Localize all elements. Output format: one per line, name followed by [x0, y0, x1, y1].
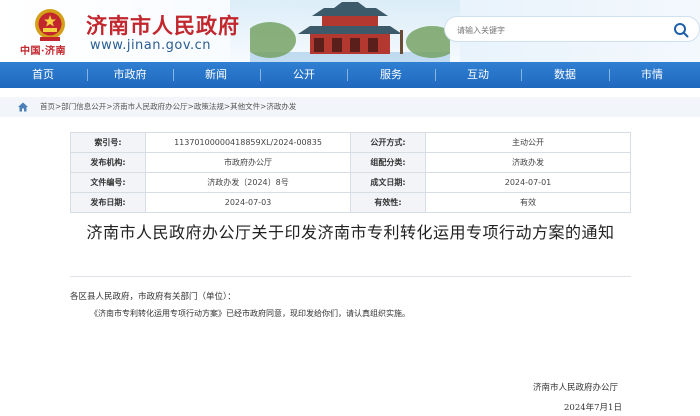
nav-item-interaction[interactable]: 互动 [467, 62, 489, 88]
city-logo-text: 中国·济南 [20, 46, 66, 57]
publisher-value: 市政府办公厅 [145, 152, 351, 173]
nav-divider [435, 69, 436, 81]
nav-divider [173, 69, 174, 81]
table-row: 发布日期: 2024-07-03 有效性: 有效 [70, 192, 631, 213]
nav-divider [609, 69, 610, 81]
table-row: 索引号: 11370100000418859XL/2024-00835 公开方式… [70, 132, 631, 153]
title-divider [70, 276, 631, 277]
disclosure-method-label: 公开方式: [350, 132, 426, 153]
nav-divider [87, 69, 88, 81]
nav-divider [347, 69, 348, 81]
validity-value: 有效 [425, 192, 631, 213]
document-greeting: 各区县人民政府，市政府有关部门（单位）： [70, 292, 236, 302]
search-input[interactable] [457, 21, 667, 39]
publish-date-label: 发布日期: [70, 192, 146, 213]
table-row: 文件编号: 济政办发〔2024〕8号 成文日期: 2024-07-01 [70, 172, 631, 193]
document-number-label: 文件编号: [70, 172, 146, 193]
document-number-value: 济政办发〔2024〕8号 [145, 172, 351, 193]
nav-divider [521, 69, 522, 81]
search-icon[interactable] [673, 22, 689, 38]
breadcrumb: 首页>部门信息公开>济南市人民政府办公厅>政策法规>其他文件>济政办发 [0, 97, 700, 117]
nav-item-disclosure[interactable]: 公开 [293, 62, 315, 88]
index-number-value: 11370100000418859XL/2024-00835 [145, 132, 351, 153]
document-body-paragraph: 《济南市专利转化运用专项行动方案》已经市政府同意，现印发给你们，请认真组织实施。 [90, 309, 410, 318]
site-url: www.jinan.gov.cn [90, 38, 212, 53]
disclosure-method-value: 主动公开 [425, 132, 631, 153]
publish-date-value: 2024-07-03 [145, 192, 351, 213]
publisher-label: 发布机构: [70, 152, 146, 173]
index-number-label: 索引号: [70, 132, 146, 153]
site-title[interactable]: 济南市人民政府 [86, 10, 240, 40]
nav-item-home[interactable]: 首页 [32, 62, 54, 88]
nav-divider [260, 69, 261, 81]
document-info-table: 索引号: 11370100000418859XL/2024-00835 公开方式… [70, 132, 631, 213]
table-row: 发布机构: 市政府办公厅 组配分类: 济政办发 [70, 152, 631, 173]
signature-date: 2024年7月1日 [564, 403, 622, 413]
category-label: 组配分类: [350, 152, 426, 173]
nav-item-data[interactable]: 数据 [554, 62, 576, 88]
breadcrumb-path[interactable]: 首页>部门信息公开>济南市人民政府办公厅>政策法规>其他文件>济政办发 [40, 101, 296, 112]
search-box [444, 16, 700, 42]
written-date-label: 成文日期: [350, 172, 426, 193]
site-header: 中国·济南 济南市人民政府 www.jinan.gov.cn [0, 0, 700, 62]
nav-item-services[interactable]: 服务 [380, 62, 402, 88]
pavilion-banner-image [250, 2, 450, 62]
nav-item-government[interactable]: 市政府 [114, 62, 147, 88]
home-icon[interactable] [18, 102, 28, 112]
category-value: 济政办发 [425, 152, 631, 173]
written-date-value: 2024-07-01 [425, 172, 631, 193]
main-nav: 首页 市政府 新闻 公开 服务 互动 数据 市情 [0, 62, 700, 88]
document-title: 济南市人民政府办公厅关于印发济南市专利转化运用专项行动方案的通知 [86, 223, 615, 242]
national-emblem-icon [35, 9, 65, 41]
nav-item-news[interactable]: 新闻 [205, 62, 227, 88]
signature-organization: 济南市人民政府办公厅 [533, 383, 619, 393]
validity-label: 有效性: [350, 192, 426, 213]
nav-item-city-info[interactable]: 市情 [641, 62, 663, 88]
